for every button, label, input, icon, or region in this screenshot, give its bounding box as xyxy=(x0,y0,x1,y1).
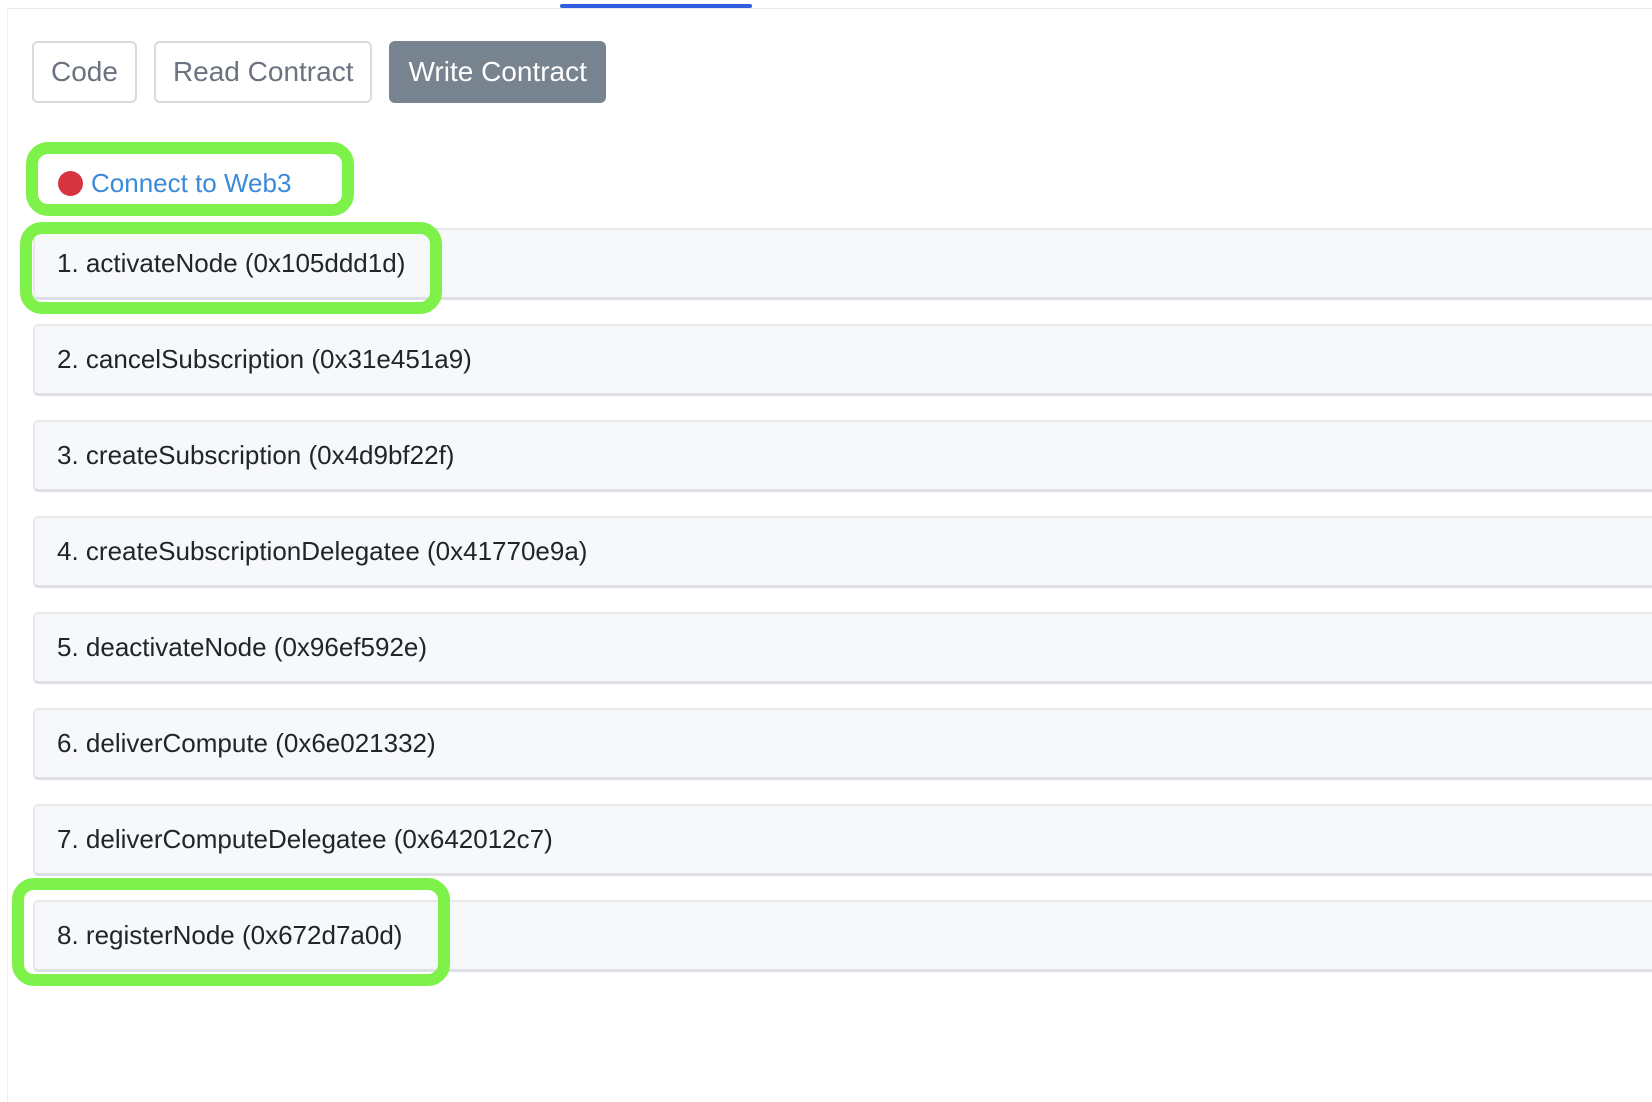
function-item-cancel-subscription[interactable]: 2. cancelSubscription (0x31e451a9) xyxy=(33,324,1652,396)
function-item-deliver-compute[interactable]: 6. deliverCompute (0x6e021332) xyxy=(33,708,1652,780)
code-button[interactable]: Code xyxy=(32,41,137,103)
function-item-activate-node[interactable]: 1. activateNode (0x105ddd1d) xyxy=(33,228,1652,300)
function-item-create-subscription[interactable]: 3. createSubscription (0x4d9bf22f) xyxy=(33,420,1652,492)
function-label: 6. deliverCompute (0x6e021332) xyxy=(57,728,436,758)
connect-web3-link[interactable]: Connect to Web3 xyxy=(58,168,291,199)
contract-view-switcher: Code Read Contract Write Contract xyxy=(32,41,606,103)
function-label: 5. deactivateNode (0x96ef592e) xyxy=(57,632,428,662)
function-label: 1. activateNode (0x105ddd1d) xyxy=(57,248,406,278)
function-label: 3. createSubscription (0x4d9bf22f) xyxy=(57,440,455,470)
function-label: 2. cancelSubscription (0x31e451a9) xyxy=(57,344,472,374)
function-label: 8. registerNode (0x672d7a0d) xyxy=(57,920,403,950)
function-item-register-node[interactable]: 8. registerNode (0x672d7a0d) xyxy=(33,900,1652,972)
function-item-create-subscription-delegatee[interactable]: 4. createSubscriptionDelegatee (0x41770e… xyxy=(33,516,1652,588)
function-item-deliver-compute-delegatee[interactable]: 7. deliverComputeDelegatee (0x642012c7) xyxy=(33,804,1652,876)
function-item-deactivate-node[interactable]: 5. deactivateNode (0x96ef592e) xyxy=(33,612,1652,684)
write-contract-button[interactable]: Write Contract xyxy=(389,41,606,103)
disconnected-status-icon xyxy=(58,171,83,196)
function-label: 4. createSubscriptionDelegatee (0x41770e… xyxy=(57,536,588,566)
write-contract-page: Code Read Contract Write Contract Connec… xyxy=(0,0,1652,1102)
active-tab-indicator xyxy=(560,4,752,8)
function-label: 7. deliverComputeDelegatee (0x642012c7) xyxy=(57,824,553,854)
top-divider xyxy=(8,8,1652,9)
read-contract-button[interactable]: Read Contract xyxy=(153,41,373,103)
connect-web3-label: Connect to Web3 xyxy=(91,168,292,198)
left-border xyxy=(7,9,8,1102)
